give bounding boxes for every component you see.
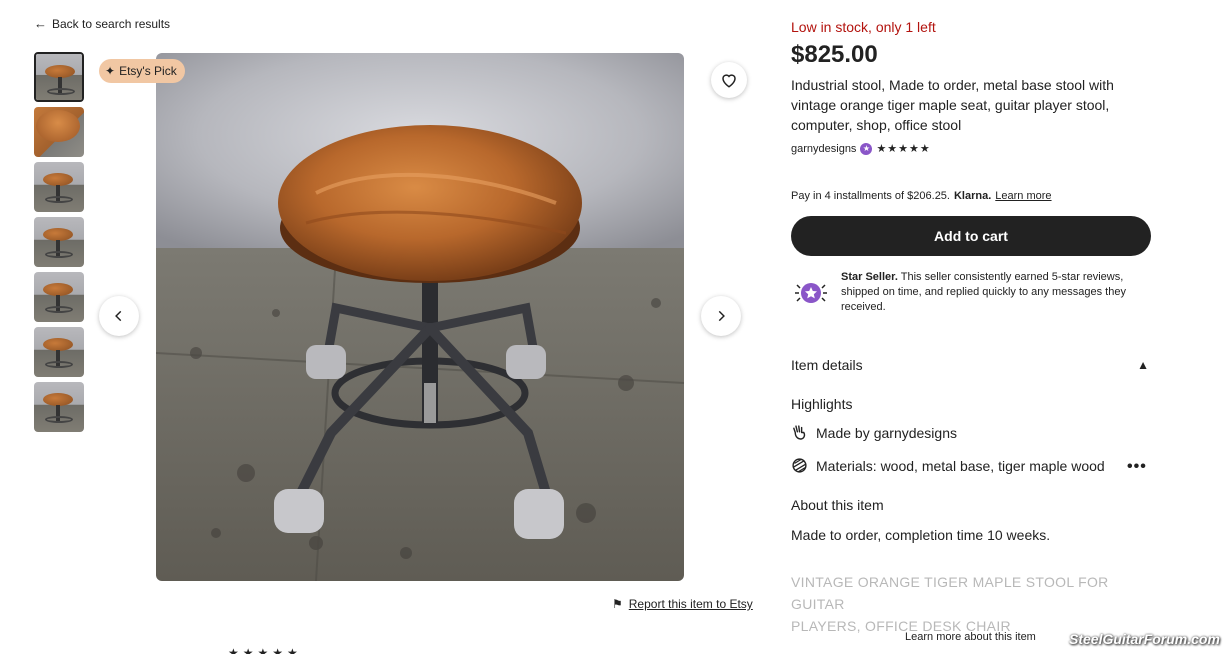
materials-text: Materials: wood, metal base, tiger maple… — [816, 457, 1105, 474]
thumbnail-3[interactable] — [34, 162, 84, 212]
chevron-left-icon — [115, 310, 122, 322]
more-options-icon[interactable]: ••• — [1127, 458, 1147, 476]
seller-name[interactable]: garnydesigns — [791, 143, 856, 155]
klarna-logo: Klarna. — [953, 190, 992, 202]
back-to-search-label: Back to search results — [52, 16, 171, 31]
back-to-search-link[interactable]: ← Back to search results — [34, 16, 170, 31]
about-item-header: About this item — [791, 497, 884, 513]
about-item-text: Made to order, completion time 10 weeks. — [791, 527, 1051, 543]
made-by-seller-link[interactable]: garnydesigns — [874, 425, 957, 441]
hand-wave-icon — [793, 425, 806, 440]
etsys-pick-label: Etsy's Pick — [119, 64, 177, 78]
seller-info[interactable]: garnydesigns ★ ★★★★★ — [791, 142, 931, 155]
next-image-button[interactable] — [701, 296, 741, 336]
star-seller-icon — [795, 283, 827, 303]
stock-status: Low in stock, only 1 left — [791, 19, 936, 35]
rating-stars[interactable]: ★★★★★ — [876, 142, 930, 155]
item-details-toggle[interactable]: Item details ▲ — [791, 357, 1153, 373]
report-item-label: Report this item to Etsy — [628, 597, 753, 611]
star-seller-text-block: Star Seller. This seller consistently ea… — [841, 270, 1153, 315]
made-by-prefix: Made by — [816, 424, 870, 441]
thumbnail-1[interactable] — [34, 52, 84, 102]
thumbnail-6[interactable] — [34, 327, 84, 377]
chevron-up-icon: ▲ — [1137, 358, 1149, 372]
item-details-header: Item details — [791, 357, 863, 373]
arrow-left-icon: ← — [34, 16, 47, 31]
learn-more-link[interactable]: Learn more — [995, 190, 1051, 202]
made-by-highlight: Made by garnydesigns — [791, 424, 957, 441]
description-line-1: VINTAGE ORANGE TIGER MAPLE STOOL FOR GUI… — [791, 574, 1109, 612]
flag-icon: ⚑ — [612, 597, 623, 611]
learn-more-about-item-button[interactable]: Learn more about this item — [901, 631, 1040, 643]
listing-title: Industrial stool, Made to order, metal b… — [791, 77, 1114, 133]
thumbnail-list — [34, 52, 84, 437]
star-seller-title: Star Seller. — [841, 271, 898, 283]
report-item-link[interactable]: ⚑ Report this item to Etsy — [612, 597, 753, 611]
chevron-right-icon — [718, 310, 725, 322]
main-product-image — [156, 53, 684, 581]
previous-image-button[interactable] — [99, 296, 139, 336]
thumbnail-4[interactable] — [34, 217, 84, 267]
stool-photo-illustration — [156, 53, 684, 581]
etsys-pick-badge: ✦ Etsy's Pick — [99, 59, 185, 83]
thumbnail-2[interactable] — [34, 107, 84, 157]
installments-text: Pay in 4 installments of $206.25. — [791, 190, 950, 202]
materials-icon — [792, 458, 807, 473]
star-seller-badge-icon: ★ — [860, 142, 873, 155]
thumbnail-7[interactable] — [34, 382, 84, 432]
thumbnail-5[interactable] — [34, 272, 84, 322]
price: $825.00 — [791, 41, 878, 68]
heart-icon — [722, 74, 736, 88]
installments-info: Pay in 4 installments of $206.25. Klarna… — [791, 190, 1052, 202]
favorite-button[interactable] — [711, 62, 747, 98]
sparkle-icon: ✦ — [105, 64, 116, 78]
highlights-header: Highlights — [791, 396, 853, 412]
review-stars-partial: ★★★★★ — [228, 646, 302, 654]
item-description: VINTAGE ORANGE TIGER MAPLE STOOL FOR GUI… — [791, 571, 1151, 637]
add-to-cart-button[interactable]: Add to cart — [791, 216, 1151, 256]
site-watermark: SteelGuitarForum.com — [1069, 631, 1220, 647]
materials-highlight: Materials: wood, metal base, tiger maple… — [791, 457, 1121, 474]
